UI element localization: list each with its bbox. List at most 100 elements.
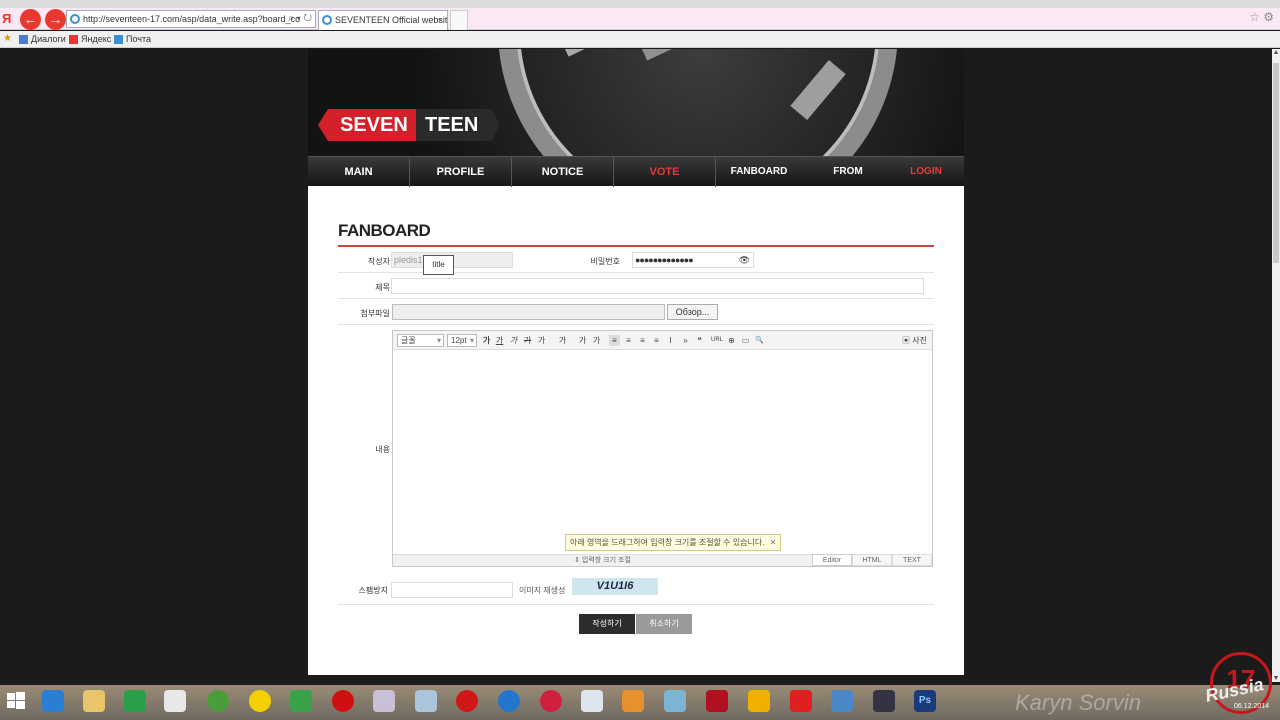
align-right-button[interactable]: ≡ xyxy=(637,335,648,346)
tooltip: title xyxy=(423,255,454,275)
tab-close-icon[interactable]: × xyxy=(438,11,443,29)
app-icon-purple[interactable] xyxy=(373,690,395,712)
superscript-button[interactable]: 가 xyxy=(577,335,588,346)
address-bar[interactable]: http://seventeen-17.com/asp/data_write.a… xyxy=(66,10,316,28)
link-button[interactable]: URL xyxy=(710,335,724,346)
back-button[interactable]: ← xyxy=(20,9,41,30)
highlight-button[interactable]: 가 xyxy=(557,335,568,346)
app-icon-tools[interactable] xyxy=(873,690,895,712)
scroll-down-icon[interactable]: ▼ xyxy=(1272,675,1280,682)
resize-handle[interactable]: ⇕ 입력창 크기 조절 xyxy=(393,554,812,566)
favorites-star-icon[interactable]: ☆ ⚙ xyxy=(1249,10,1274,24)
reveal-password-icon[interactable]: 👁 xyxy=(739,253,750,267)
editor-toolbar: 글꼴 ▾ 12pt ▾ 가 가 가 가 가 가 가 가 ≡ ≡ ≡ ≡ I » ❝ … xyxy=(393,331,932,350)
browse-button[interactable]: Обзор... xyxy=(667,304,718,320)
tip-close-icon[interactable]: ✕ xyxy=(770,535,777,550)
seventeen-logo[interactable]: SEVEN TEEN xyxy=(318,109,500,141)
more-button[interactable]: » xyxy=(680,335,691,346)
rich-text-editor: 글꼴 ▾ 12pt ▾ 가 가 가 가 가 가 가 가 ≡ ≡ ≡ ≡ I » ❝ … xyxy=(392,330,933,567)
quote-button[interactable]: ❝ xyxy=(694,335,705,346)
editor-content-area[interactable] xyxy=(393,351,932,553)
app-icon-green[interactable] xyxy=(290,690,312,712)
menu-from-seventeen[interactable]: FROM SEVENTEEN xyxy=(802,157,894,207)
photo-button[interactable]: ▣ 사진 xyxy=(902,335,927,346)
strike-button[interactable]: 가 xyxy=(522,335,533,346)
menu-fanboard[interactable]: FANBOARD xyxy=(724,157,794,187)
align-justify-button[interactable]: ≡ xyxy=(651,335,662,346)
store-icon[interactable] xyxy=(124,690,146,712)
explorer-icon[interactable] xyxy=(83,690,105,712)
underline-button[interactable]: 가 xyxy=(494,335,505,346)
line-height-button[interactable]: I xyxy=(665,335,676,346)
logo-ring-graphic xyxy=(498,49,898,156)
browser-tab[interactable]: SEVENTEEN Official website × xyxy=(318,10,448,30)
brand-teen: TEEN xyxy=(425,114,479,136)
address-tools-icon[interactable]: ⌕ ▾ ↻ xyxy=(288,11,312,27)
italic-button[interactable]: 가 xyxy=(508,335,519,346)
page-title: FANBOARD xyxy=(338,221,431,240)
scroll-up-icon[interactable]: ▲ xyxy=(1272,49,1280,56)
ie-icon xyxy=(70,14,80,24)
favorite-item[interactable]: Яндекс xyxy=(69,33,111,46)
app-icon-window[interactable] xyxy=(581,690,603,712)
kakaotalk-icon[interactable] xyxy=(249,690,271,712)
subscript-button[interactable]: 가 xyxy=(591,335,602,346)
app-icon-cyan[interactable] xyxy=(664,690,686,712)
yandex-logo-icon[interactable]: Я xyxy=(2,11,16,27)
password-field[interactable]: ●●●●●●●●●●●●● 👁 xyxy=(632,252,754,268)
photo-icon: ▣ xyxy=(902,336,913,345)
app-icon-red[interactable] xyxy=(540,690,562,712)
app-icon-v[interactable] xyxy=(748,690,770,712)
attach-file-input[interactable] xyxy=(392,304,665,320)
app-icon-globe[interactable] xyxy=(498,690,520,712)
cancel-button[interactable]: 취소하기 xyxy=(636,614,692,634)
favorite-item[interactable]: Диалоги xyxy=(19,33,66,46)
opera-icon[interactable] xyxy=(456,690,478,712)
font-family-select[interactable]: 글꼴 ▾ xyxy=(397,334,444,347)
mode-editor-tab[interactable]: Editor xyxy=(812,554,852,566)
app-icon-blue[interactable] xyxy=(415,690,437,712)
scroll-thumb[interactable] xyxy=(1273,63,1279,263)
subject-input[interactable] xyxy=(391,278,924,294)
align-center-button[interactable]: ≡ xyxy=(623,335,634,346)
bold-button[interactable]: 가 xyxy=(481,335,492,346)
find-button[interactable]: 🔍 xyxy=(754,335,765,346)
resize-tip: 아래 영역을 드래그하여 입력창 크기를 조절할 수 있습니다. ✕ xyxy=(565,534,782,551)
spam-row: 스팸방지 이미지 재생성 V1U1I6 xyxy=(338,573,934,605)
app-icon-c[interactable] xyxy=(790,690,812,712)
ie-taskbar-icon[interactable] xyxy=(42,690,64,712)
menu-vote[interactable]: VOTE xyxy=(614,157,716,187)
menu-profile[interactable]: PROFILE xyxy=(410,157,512,187)
new-tab-button[interactable] xyxy=(450,10,468,30)
submit-button[interactable]: 작성하기 xyxy=(579,614,635,634)
chrome-icon[interactable] xyxy=(207,690,229,712)
mode-html-tab[interactable]: HTML xyxy=(852,554,892,566)
favorites-star-add-icon[interactable]: ★ xyxy=(3,33,12,44)
app-icon-network[interactable] xyxy=(831,690,853,712)
app-icon-dark-red[interactable] xyxy=(706,690,728,712)
password-label: 비밀번호 xyxy=(590,257,620,266)
page-scrollbar[interactable]: ▲ ▼ xyxy=(1272,49,1280,682)
font-size-select[interactable]: 12pt ▾ xyxy=(447,334,477,347)
table-button[interactable]: ▭ xyxy=(740,335,751,346)
odnoklassniki-icon[interactable] xyxy=(622,690,644,712)
menu-login[interactable]: LOGIN xyxy=(902,157,950,187)
menu-notice[interactable]: NOTICE xyxy=(512,157,614,187)
start-icon[interactable] xyxy=(5,690,27,712)
watermark-text: Karyn Sorvin xyxy=(1015,690,1141,715)
recorder-icon[interactable] xyxy=(332,690,354,712)
favorite-item[interactable]: Почта xyxy=(114,33,151,46)
regenerate-image-link[interactable]: 이미지 재생성 xyxy=(519,585,565,596)
text-color-button[interactable]: 가 xyxy=(536,335,547,346)
subject-label: 제목 xyxy=(375,283,390,292)
yandex-taskbar-icon[interactable] xyxy=(164,690,186,712)
align-left-button[interactable]: ≡ xyxy=(609,335,620,346)
web-page: SEVEN TEEN MAIN PROFILE NOTICE VOTE FANB… xyxy=(308,49,964,675)
menu-main[interactable]: MAIN xyxy=(308,157,410,187)
special-char-button[interactable]: ⊕ xyxy=(726,335,737,346)
forward-button[interactable]: → xyxy=(45,9,66,30)
window-title-strip xyxy=(0,0,1280,8)
photoshop-icon[interactable]: Ps xyxy=(914,690,936,712)
mode-text-tab[interactable]: TEXT xyxy=(892,554,932,566)
captcha-input[interactable] xyxy=(391,582,513,598)
